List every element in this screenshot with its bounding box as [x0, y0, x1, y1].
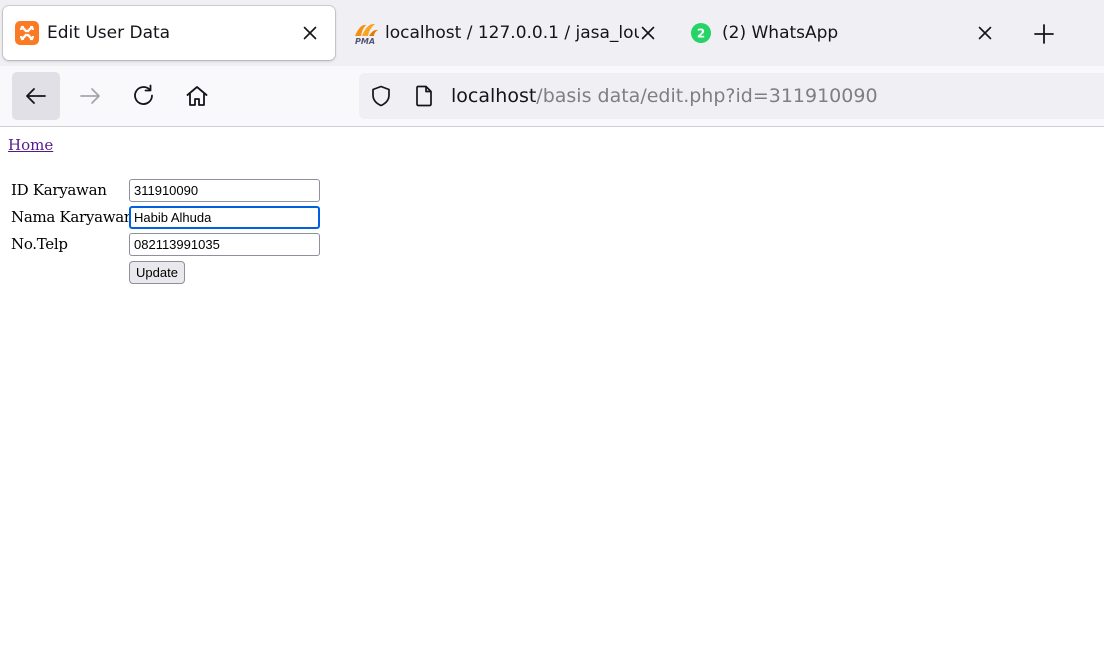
page-icon[interactable]	[412, 84, 436, 108]
tab-whatsapp[interactable]: 2 (2) WhatsApp	[676, 6, 1010, 60]
reload-button[interactable]	[120, 72, 168, 120]
home-link[interactable]: Home	[8, 136, 53, 154]
forward-button[interactable]	[66, 72, 114, 120]
svg-text:PMA: PMA	[355, 37, 375, 45]
home-button[interactable]	[173, 72, 221, 120]
tab-edit-user-data[interactable]: Edit User Data	[3, 6, 335, 60]
reload-icon	[134, 84, 153, 105]
tab-phpmyadmin[interactable]: PMA localhost / 127.0.0.1 / jasa_loundry	[340, 6, 670, 60]
no-telp-input[interactable]	[129, 233, 320, 256]
url-text[interactable]: localhost/basis data/edit.php?id=3119100…	[451, 84, 878, 108]
nama-karyawan-label: Nama Karyawan	[11, 208, 134, 226]
nama-karyawan-input[interactable]	[129, 206, 320, 229]
shield-icon[interactable]	[369, 84, 393, 108]
url-bar[interactable]: localhost/basis data/edit.php?id=3119100…	[359, 73, 1104, 119]
tab-title: localhost / 127.0.0.1 / jasa_loundry	[385, 23, 639, 43]
phpmyadmin-icon: PMA	[355, 23, 378, 45]
navigation-toolbar: localhost/basis data/edit.php?id=3119100…	[0, 66, 1104, 127]
tab-title: (2) WhatsApp	[722, 23, 839, 43]
whatsapp-icon: 2	[691, 23, 711, 43]
new-tab-button[interactable]	[1032, 22, 1056, 46]
close-icon[interactable]	[975, 23, 995, 43]
close-icon[interactable]	[638, 23, 658, 43]
home-icon	[186, 86, 208, 106]
unread-count-badge: 2	[697, 27, 705, 41]
update-button[interactable]: Update	[129, 261, 185, 284]
close-icon[interactable]	[300, 23, 320, 43]
back-button[interactable]	[12, 72, 60, 120]
page-content: Home ID Karyawan Nama Karyawan No.Telp U…	[0, 127, 1104, 661]
xampp-icon	[15, 21, 39, 45]
tab-strip: Edit User Data PMA localhost / 127.0.0.1…	[0, 0, 1104, 66]
arrow-right-icon	[80, 88, 100, 104]
url-host: localhost	[451, 85, 537, 107]
tab-title: Edit User Data	[47, 23, 171, 43]
arrow-left-icon	[26, 88, 46, 104]
url-path: /basis data/edit.php?id=311910090	[536, 85, 878, 107]
id-karyawan-input[interactable]	[129, 179, 320, 202]
id-karyawan-label: ID Karyawan	[11, 181, 107, 199]
no-telp-label: No.Telp	[11, 235, 68, 253]
